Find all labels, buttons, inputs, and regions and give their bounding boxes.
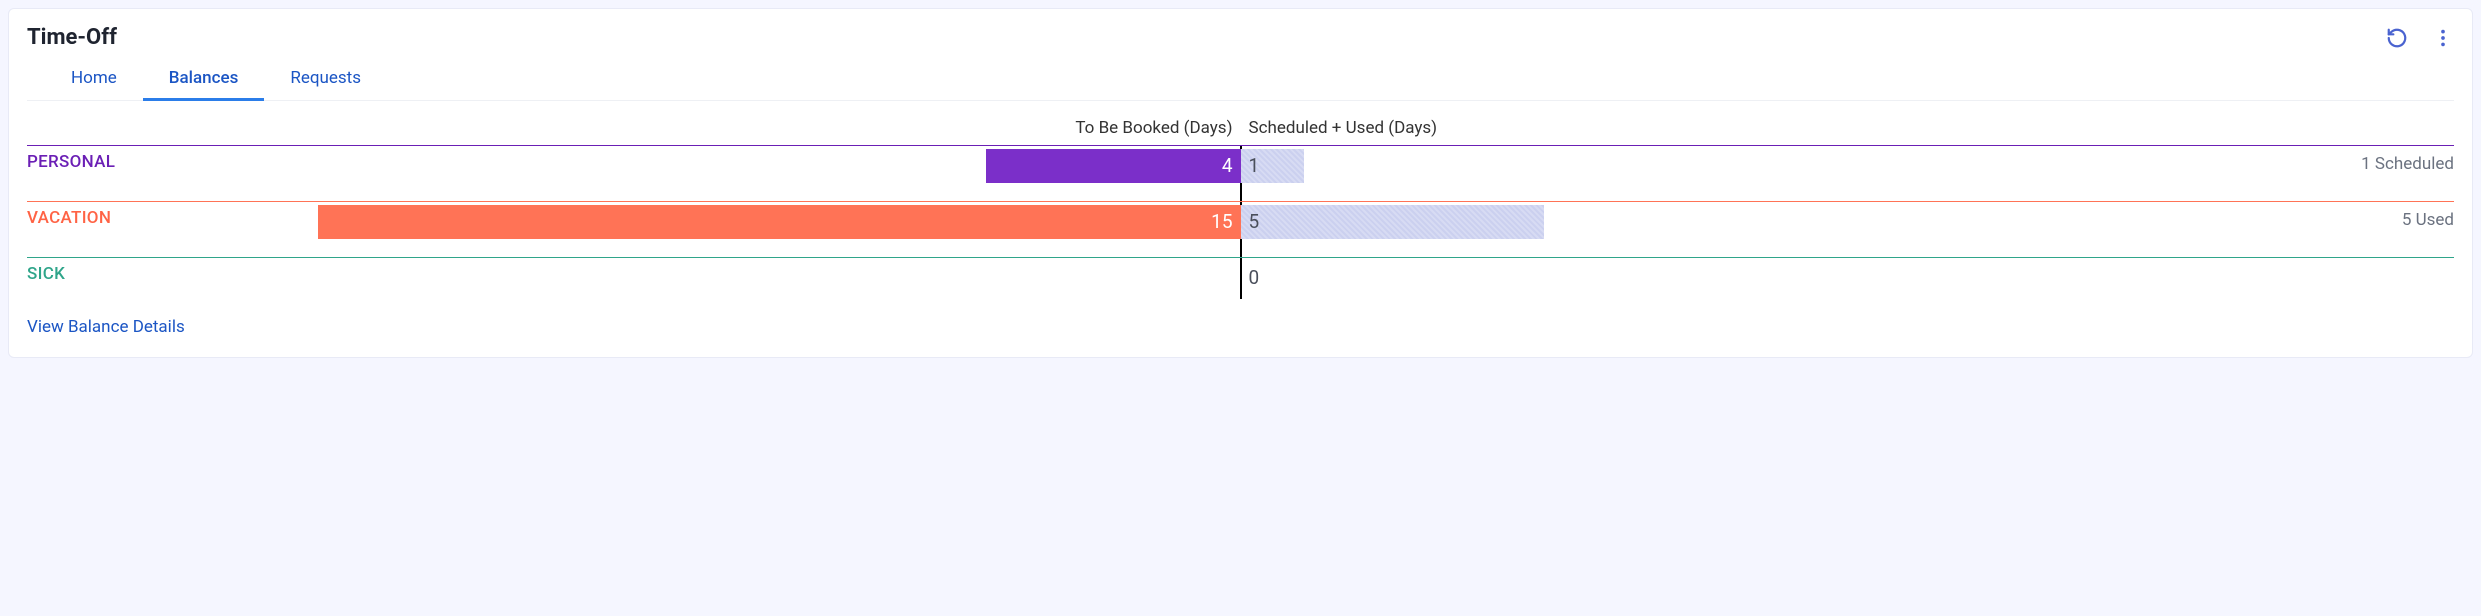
page-title: Time-Off bbox=[27, 25, 117, 50]
tabs: Home Balances Requests bbox=[27, 58, 2454, 101]
row-sick: SICK 0 bbox=[27, 257, 2454, 299]
chart-rows: PERSONAL 4 1 1 Scheduled VACATION 15 5 5… bbox=[27, 145, 2454, 299]
row-label-sick: SICK bbox=[27, 264, 65, 284]
value-vacation-used: 5 bbox=[1249, 210, 1260, 233]
card-header: Time-Off bbox=[27, 25, 2454, 50]
refresh-icon[interactable] bbox=[2386, 27, 2408, 49]
row-personal: PERSONAL 4 1 1 Scheduled bbox=[27, 145, 2454, 187]
row-vacation: VACATION 15 5 5 Used bbox=[27, 201, 2454, 243]
time-off-card: Time-Off Home Balances Requests To Be Bo… bbox=[8, 8, 2473, 358]
view-balance-details-link[interactable]: View Balance Details bbox=[27, 317, 2454, 337]
balance-chart: To Be Booked (Days) Scheduled + Used (Da… bbox=[27, 109, 2454, 299]
row-label-personal: PERSONAL bbox=[27, 152, 115, 172]
value-sick-used: 0 bbox=[1249, 266, 1260, 289]
tab-balances[interactable]: Balances bbox=[143, 58, 265, 100]
header-actions bbox=[2386, 27, 2454, 49]
header-scheduled-used: Scheduled + Used (Days) bbox=[1241, 117, 2455, 141]
more-vertical-icon[interactable] bbox=[2432, 27, 2454, 49]
column-headers: To Be Booked (Days) Scheduled + Used (Da… bbox=[27, 117, 2454, 141]
header-to-be-booked: To Be Booked (Days) bbox=[27, 117, 1241, 141]
bar-vacation-to-book: 15 bbox=[318, 205, 1240, 239]
value-vacation-to-book: 15 bbox=[1211, 210, 1232, 233]
note-vacation: 5 Used bbox=[2402, 210, 2454, 230]
bar-personal-to-book: 4 bbox=[986, 149, 1241, 183]
tab-requests[interactable]: Requests bbox=[264, 58, 387, 100]
value-personal-used: 1 bbox=[1249, 154, 1260, 177]
tab-home[interactable]: Home bbox=[45, 58, 143, 100]
value-personal-to-book: 4 bbox=[1222, 154, 1233, 177]
row-label-vacation: VACATION bbox=[27, 208, 111, 228]
bar-vacation-used bbox=[1241, 205, 1544, 239]
note-personal: 1 Scheduled bbox=[2361, 154, 2454, 174]
